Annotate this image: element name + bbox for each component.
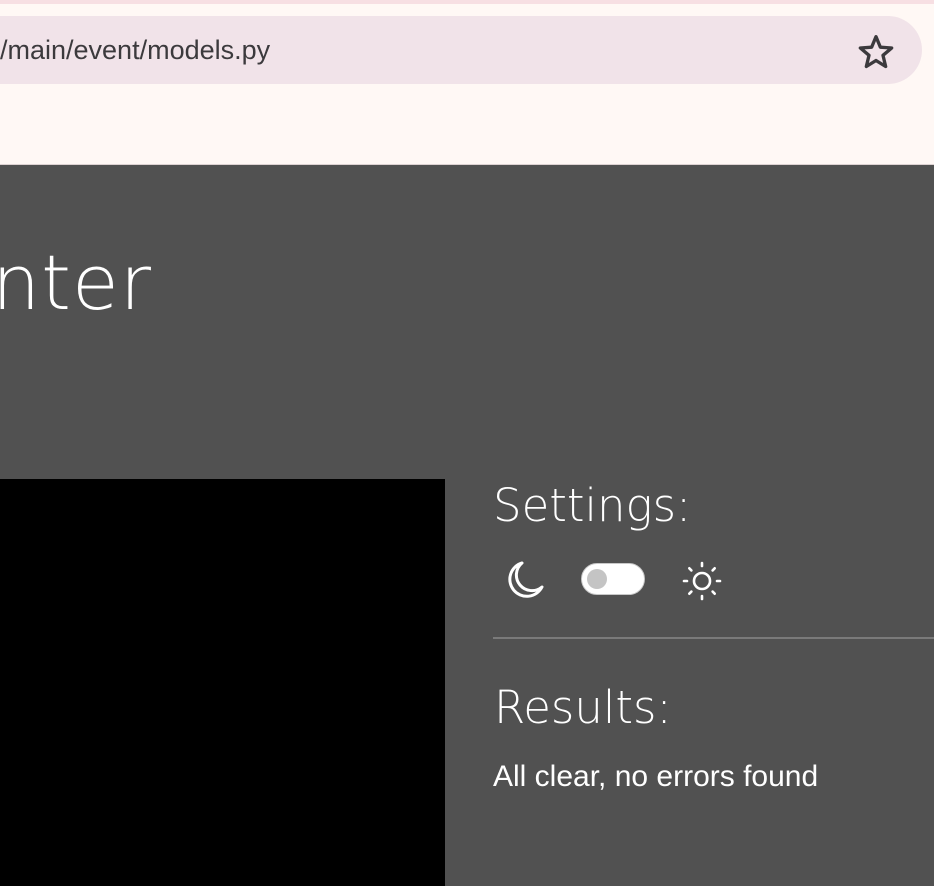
section-divider bbox=[493, 637, 934, 639]
content-panel bbox=[0, 479, 445, 886]
theme-toggle[interactable] bbox=[581, 563, 645, 595]
results-heading: Results: bbox=[494, 681, 672, 734]
settings-heading: Settings: bbox=[493, 479, 692, 532]
sun-icon bbox=[682, 561, 722, 601]
star-icon[interactable] bbox=[856, 32, 896, 72]
address-bar[interactable]: /main/event/models.py bbox=[0, 16, 922, 84]
results-message: All clear, no errors found bbox=[493, 760, 819, 793]
moon-icon bbox=[508, 561, 544, 598]
browser-chrome: /main/event/models.py bbox=[0, 4, 934, 165]
page-title: nter bbox=[0, 238, 152, 327]
address-text[interactable]: /main/event/models.py bbox=[0, 16, 270, 84]
toggle-knob bbox=[587, 569, 607, 589]
main-page: nter Settings: Results: All clear, no er… bbox=[0, 165, 934, 886]
